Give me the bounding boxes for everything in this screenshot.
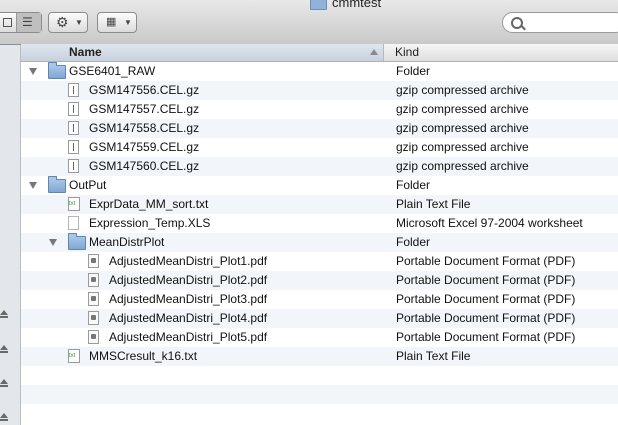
- pdf-file-icon: [88, 254, 99, 268]
- search-input[interactable]: [502, 12, 618, 33]
- file-kind: Portable Document Format (PDF): [396, 311, 576, 325]
- text-file-icon: [68, 349, 80, 363]
- file-kind: Portable Document Format (PDF): [396, 330, 576, 344]
- file-kind: Plain Text File: [396, 197, 471, 211]
- list-item[interactable]: GSM147560.CEL.gz gzip compressed archive: [21, 157, 618, 176]
- empty-row: [21, 385, 618, 404]
- file-name: GSM147557.CEL.gz: [89, 102, 200, 116]
- window-title: cmmtest: [310, 0, 381, 11]
- gear-icon: ⚙: [56, 14, 69, 30]
- empty-row: [21, 366, 618, 385]
- file-kind: Folder: [396, 64, 431, 78]
- archive-file-icon: [68, 102, 79, 116]
- file-kind: gzip compressed archive: [396, 121, 529, 135]
- pdf-file-icon: [88, 311, 99, 325]
- folder-icon: [310, 0, 327, 11]
- pdf-file-icon: [88, 292, 99, 306]
- file-kind: Portable Document Format (PDF): [396, 273, 576, 287]
- file-name: OutPut: [69, 178, 107, 192]
- list-item[interactable]: GSE6401_RAW Folder: [21, 62, 618, 81]
- column-header-kind[interactable]: Kind: [395, 45, 419, 59]
- action-button[interactable]: ⚙ ▼: [48, 12, 88, 33]
- file-name: AdjustedMeanDistri_Plot2.pdf: [109, 273, 268, 287]
- file-list: GSE6401_RAW Folder GSM147556.CEL.gz gzip co…: [21, 62, 618, 423]
- document-icon: [68, 216, 79, 230]
- pdf-file-icon: [88, 273, 99, 287]
- list-item[interactable]: AdjustedMeanDistri_Plot3.pdf Portable Doc…: [21, 290, 618, 309]
- file-name: MeanDistrPlot: [89, 235, 165, 249]
- file-name: AdjustedMeanDistri_Plot3.pdf: [109, 292, 268, 306]
- icon-view-button[interactable]: [0, 13, 17, 32]
- view-mode-segmented[interactable]: ☰: [0, 12, 42, 33]
- icon-view-icon: [3, 18, 12, 27]
- folder-icon: [48, 176, 66, 193]
- list-view-icon: ☰: [22, 15, 33, 29]
- list-item[interactable]: Expression_Temp.XLS Microsoft Excel 97-20…: [21, 214, 618, 233]
- file-name: GSE6401_RAW: [69, 64, 156, 78]
- file-kind: Folder: [396, 178, 431, 192]
- pdf-file-icon: [88, 330, 99, 344]
- file-name: MMSCresult_k16.txt: [89, 349, 198, 363]
- column-header: Name Kind: [21, 44, 618, 62]
- list-item[interactable]: GSM147557.CEL.gz gzip compressed archive: [21, 100, 618, 119]
- list-item[interactable]: OutPut Folder: [21, 176, 618, 195]
- text-file-icon: [68, 197, 80, 211]
- file-name: GSM147560.CEL.gz: [89, 159, 200, 173]
- file-name: GSM147559.CEL.gz: [89, 140, 200, 154]
- list-item[interactable]: AdjustedMeanDistri_Plot4.pdf Portable Doc…: [21, 309, 618, 328]
- file-name: Expression_Temp.XLS: [89, 216, 211, 230]
- search-icon: [511, 17, 523, 29]
- disclosure-triangle-icon[interactable]: [29, 68, 37, 75]
- list-item[interactable]: MeanDistrPlot Folder: [21, 233, 618, 252]
- empty-row: [21, 404, 618, 423]
- list-item[interactable]: GSM147558.CEL.gz gzip compressed archive: [21, 119, 618, 138]
- eject-icon[interactable]: [0, 310, 8, 315]
- file-name: GSM147558.CEL.gz: [89, 121, 200, 135]
- list-item[interactable]: MMSCresult_k16.txt Plain Text File: [21, 347, 618, 366]
- archive-file-icon: [68, 83, 79, 97]
- archive-file-icon: [68, 121, 79, 135]
- list-item[interactable]: ExprData_MM_sort.txt Plain Text File: [21, 195, 618, 214]
- file-kind: Plain Text File: [396, 349, 471, 363]
- sidebar: [0, 45, 21, 425]
- file-kind: gzip compressed archive: [396, 140, 529, 154]
- folder-icon: [68, 233, 86, 250]
- file-kind: gzip compressed archive: [396, 102, 529, 116]
- toolbar: cmmtest ☰ ⚙ ▼ ▦ ▼: [0, 0, 618, 45]
- list-item[interactable]: GSM147556.CEL.gz gzip compressed archive: [21, 81, 618, 100]
- chevron-down-icon: ▼: [75, 18, 83, 27]
- file-kind: gzip compressed archive: [396, 83, 529, 97]
- list-item[interactable]: AdjustedMeanDistri_Plot2.pdf Portable Doc…: [21, 271, 618, 290]
- disclosure-triangle-icon[interactable]: [29, 182, 37, 189]
- folder-icon: [48, 62, 66, 79]
- file-name: ExprData_MM_sort.txt: [89, 197, 209, 211]
- list-item[interactable]: AdjustedMeanDistri_Plot1.pdf Portable Doc…: [21, 252, 618, 271]
- file-kind: Portable Document Format (PDF): [396, 292, 576, 306]
- file-kind: Portable Document Format (PDF): [396, 254, 576, 268]
- archive-file-icon: [68, 140, 79, 154]
- file-kind: Folder: [396, 235, 431, 249]
- sort-ascending-icon: [370, 49, 378, 55]
- list-item[interactable]: AdjustedMeanDistri_Plot5.pdf Portable Doc…: [21, 328, 618, 347]
- archive-file-icon: [68, 159, 79, 173]
- file-kind: gzip compressed archive: [396, 159, 529, 173]
- eject-icon[interactable]: [0, 413, 8, 418]
- grid-icon: ▦: [106, 16, 117, 28]
- file-name: AdjustedMeanDistri_Plot4.pdf: [109, 311, 268, 325]
- file-name: AdjustedMeanDistri_Plot5.pdf: [109, 330, 268, 344]
- column-header-name[interactable]: Name: [21, 44, 384, 61]
- chevron-down-icon: ▼: [124, 18, 132, 27]
- eject-icon[interactable]: [0, 345, 8, 350]
- file-name: AdjustedMeanDistri_Plot1.pdf: [109, 254, 268, 268]
- file-name: GSM147556.CEL.gz: [89, 83, 200, 97]
- list-view-button[interactable]: ☰: [17, 13, 41, 32]
- list-item[interactable]: GSM147559.CEL.gz gzip compressed archive: [21, 138, 618, 157]
- arrange-button[interactable]: ▦ ▼: [97, 12, 137, 33]
- disclosure-triangle-icon[interactable]: [49, 239, 57, 246]
- eject-icon[interactable]: [0, 379, 8, 384]
- file-kind: Microsoft Excel 97-2004 worksheet: [396, 216, 583, 230]
